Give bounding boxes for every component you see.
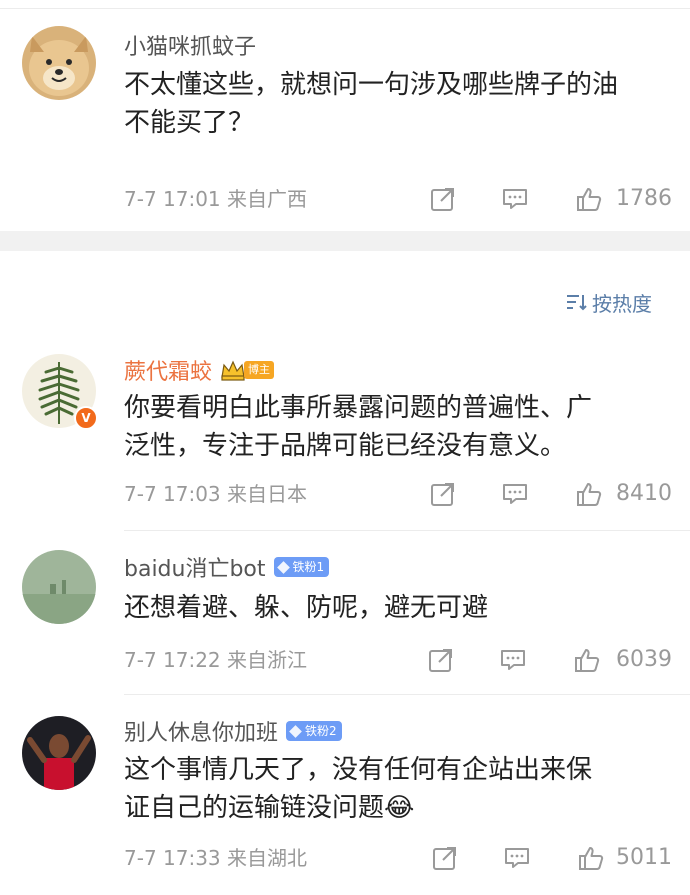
timestamp-location: 7-7 17:03 来自日本 (124, 482, 308, 506)
verified-badge: V (74, 406, 98, 430)
top-divider (0, 8, 690, 9)
sort-button[interactable]: 按热度 (566, 287, 652, 317)
like-count: 1786 (616, 186, 672, 211)
comment-icon[interactable] (502, 481, 528, 507)
like-count: 8410 (616, 481, 672, 506)
comment-text-line: 这个事情几天了，没有任何有企站出来保 (124, 755, 593, 785)
avatar[interactable] (22, 716, 96, 790)
like-icon[interactable] (576, 481, 602, 507)
username[interactable]: 别人休息你加班 (124, 715, 278, 747)
comment-text-line: 证自己的运输链没问题😂 (124, 793, 415, 823)
like-icon[interactable] (578, 845, 604, 871)
comment-meta: 7-7 17:01 来自广西 1786 (124, 184, 674, 214)
comment-icon[interactable] (502, 186, 528, 212)
badge-label: 铁粉2 (305, 724, 337, 738)
comment-meta: 7-7 17:22 来自浙江 6039 (124, 645, 674, 675)
comment-text-line: 不太懂这些，就想问一句涉及哪些牌子的油 (124, 70, 619, 100)
fan-badge: 铁粉1 (273, 557, 330, 577)
blogger-badge: 博主 (220, 359, 275, 381)
timestamp-location: 7-7 17:01 来自广西 (124, 187, 308, 211)
like-icon[interactable] (576, 186, 602, 212)
row-divider (124, 694, 690, 695)
share-icon[interactable] (428, 647, 454, 673)
diamond-icon (276, 560, 290, 574)
diamond-icon (289, 724, 302, 738)
comment-text: 还想着避、躲、防呢，避无可避 (124, 589, 674, 627)
comment-text-line: 还想着避、躲、防呢，避无可避 (124, 593, 489, 623)
avatar[interactable] (22, 550, 96, 624)
sort-lines-icon (567, 295, 587, 311)
avatar[interactable] (22, 26, 96, 100)
username[interactable]: 蕨代霜蛟 (124, 354, 212, 386)
comment-meta: 7-7 17:33 来自湖北 5011 (124, 843, 674, 873)
like-icon[interactable] (574, 647, 600, 673)
timestamp-location: 7-7 17:33 来自湖北 (124, 846, 308, 870)
comment-icon[interactable] (500, 647, 526, 673)
username[interactable]: 小猫咪抓蚊子 (124, 29, 256, 61)
comment-text-line: 泛性，专注于品牌可能已经没有意义。 (124, 431, 567, 461)
comment-text: 你要看明白此事所暴露问题的普遍性、广 泛性，专注于品牌可能已经没有意义。 (124, 389, 674, 465)
comment-text: 这个事情几天了，没有任何有企站出来保 证自己的运输链没问题😂 (124, 751, 674, 827)
comment-text-line: 你要看明白此事所暴露问题的普遍性、广 (124, 393, 593, 423)
badge-label: 铁粉1 (292, 560, 325, 574)
like-count: 5011 (616, 845, 672, 870)
comment-meta: 7-7 17:03 来自日本 8410 (124, 479, 674, 509)
row-divider (124, 530, 690, 531)
comment-user-row: 小猫咪抓蚊子 (124, 30, 256, 60)
sort-label: 按热度 (592, 291, 652, 316)
timestamp-location: 7-7 17:22 来自浙江 (124, 648, 308, 672)
section-separator (0, 231, 690, 251)
badge-label: 博主 (244, 361, 275, 379)
share-icon[interactable] (430, 186, 456, 212)
comment-user-row: 蕨代霜蛟 博主 (124, 354, 275, 386)
comment-user-row: 别人休息你加班 铁粉2 (124, 716, 342, 746)
fan-badge: 铁粉2 (286, 721, 342, 741)
comment-text: 不太懂这些，就想问一句涉及哪些牌子的油 不能买了？ (124, 66, 674, 142)
comment-icon[interactable] (504, 845, 530, 871)
share-icon[interactable] (432, 845, 458, 871)
like-count: 6039 (616, 647, 672, 672)
username[interactable]: baidu消亡bot (124, 551, 266, 583)
comment-text-line: 不能买了？ (124, 108, 255, 138)
crown-icon (221, 360, 245, 381)
comment-user-row: baidu消亡bot 铁粉1 (124, 551, 330, 583)
share-icon[interactable] (430, 481, 456, 507)
